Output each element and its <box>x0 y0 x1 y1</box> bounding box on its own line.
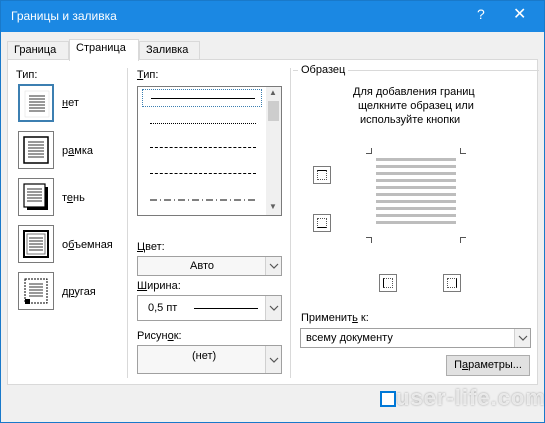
title-bar: Границы и заливка ? ✕ <box>1 1 544 32</box>
setting-shadow-label: тень <box>62 192 85 204</box>
right-border-button[interactable] <box>443 274 461 292</box>
setting-shadow-button[interactable] <box>18 178 54 216</box>
border-custom-icon <box>24 278 48 304</box>
borders-and-shading-dialog: Границы и заливка ? ✕ Граница Страница З… <box>0 0 545 423</box>
corner-mark <box>366 148 372 154</box>
preview-hint-line-2: щелкните образец или <box>358 100 474 112</box>
dash-dot-stroke <box>150 199 258 201</box>
line-style-dashed-small[interactable] <box>142 139 262 157</box>
ok-button[interactable] <box>380 391 396 407</box>
line-style-dotted[interactable] <box>142 115 262 133</box>
setting-3d-label: объемная <box>62 239 113 251</box>
options-button[interactable]: Параметры... <box>446 355 530 376</box>
preview-label: Образец <box>298 64 349 76</box>
tab-page-border[interactable]: Страница <box>69 39 139 61</box>
color-label: Цвет: <box>137 241 165 253</box>
width-select[interactable]: 0,5 пт <box>137 295 282 321</box>
line-style-dashed[interactable] <box>142 165 262 183</box>
tab-page: Тип: нет рамка тень объемная другая Тип:… <box>7 59 539 385</box>
art-label: Рисунок: <box>137 330 182 342</box>
style-label: Тип: <box>137 69 159 81</box>
width-value: 0,5 пт <box>148 302 178 314</box>
column-divider <box>127 68 128 378</box>
scroll-down-icon[interactable]: ▼ <box>269 202 277 211</box>
apply-to-value: всему документу <box>306 332 393 344</box>
setting-custom-button[interactable] <box>18 272 54 310</box>
corner-mark <box>366 237 372 243</box>
setting-3d-button[interactable] <box>18 225 54 263</box>
art-value: (нет) <box>192 350 217 362</box>
help-button[interactable]: ? <box>477 6 485 22</box>
chevron-down-icon[interactable] <box>265 296 281 320</box>
border-left-icon <box>383 278 393 288</box>
width-label: Ширина: <box>137 280 181 292</box>
border-3d-icon <box>23 230 49 258</box>
border-right-icon <box>447 278 457 288</box>
color-select[interactable]: Авто <box>137 256 282 276</box>
width-preview-line <box>194 308 258 309</box>
preview-hint-line-1: Для добавления границ <box>353 86 475 98</box>
close-button[interactable]: ✕ <box>513 4 526 24</box>
corner-mark <box>460 148 466 154</box>
setting-none-label: нет <box>62 97 79 109</box>
preview-area[interactable] <box>366 148 466 243</box>
apply-to-label: Применить к: <box>301 312 369 324</box>
setting-custom-label: другая <box>62 286 96 298</box>
chevron-down-icon[interactable] <box>514 329 530 347</box>
bottom-border-button[interactable] <box>313 214 331 232</box>
top-border-button[interactable] <box>313 166 331 184</box>
line-style-list[interactable]: ▲ ▼ <box>137 86 282 216</box>
setting-box-button[interactable] <box>18 131 54 169</box>
watermark: user-life.com <box>396 385 545 410</box>
border-bottom-icon <box>317 218 327 228</box>
dialog-title: Границы и заливка <box>11 9 117 23</box>
apply-to-select[interactable]: всему документу <box>300 328 531 348</box>
corner-mark <box>460 237 466 243</box>
left-border-button[interactable] <box>379 274 397 292</box>
color-value: Авто <box>190 260 214 272</box>
column-divider-2 <box>290 68 291 378</box>
setting-label: Тип: <box>16 69 38 81</box>
line-style-solid[interactable] <box>142 89 262 107</box>
preview-hint-line-3: используйте кнопки <box>360 114 461 126</box>
scroll-thumb[interactable] <box>268 101 279 121</box>
line-style-dash-dot[interactable] <box>142 191 262 209</box>
chevron-down-icon[interactable] <box>265 257 281 275</box>
art-select[interactable]: (нет) <box>137 345 282 374</box>
border-none-icon <box>24 90 50 118</box>
scroll-up-icon[interactable]: ▲ <box>269 88 277 97</box>
tab-borders[interactable]: Граница <box>7 41 69 60</box>
chevron-down-icon[interactable] <box>265 346 281 373</box>
border-top-icon <box>317 170 327 180</box>
setting-box-label: рамка <box>62 145 93 157</box>
border-box-icon <box>23 136 49 164</box>
tab-shading[interactable]: Заливка <box>139 41 200 60</box>
line-style-scrollbar[interactable]: ▲ ▼ <box>266 87 281 215</box>
preview-text-lines <box>376 158 456 228</box>
border-shadow-icon <box>23 183 48 210</box>
setting-none-button[interactable] <box>18 84 54 122</box>
